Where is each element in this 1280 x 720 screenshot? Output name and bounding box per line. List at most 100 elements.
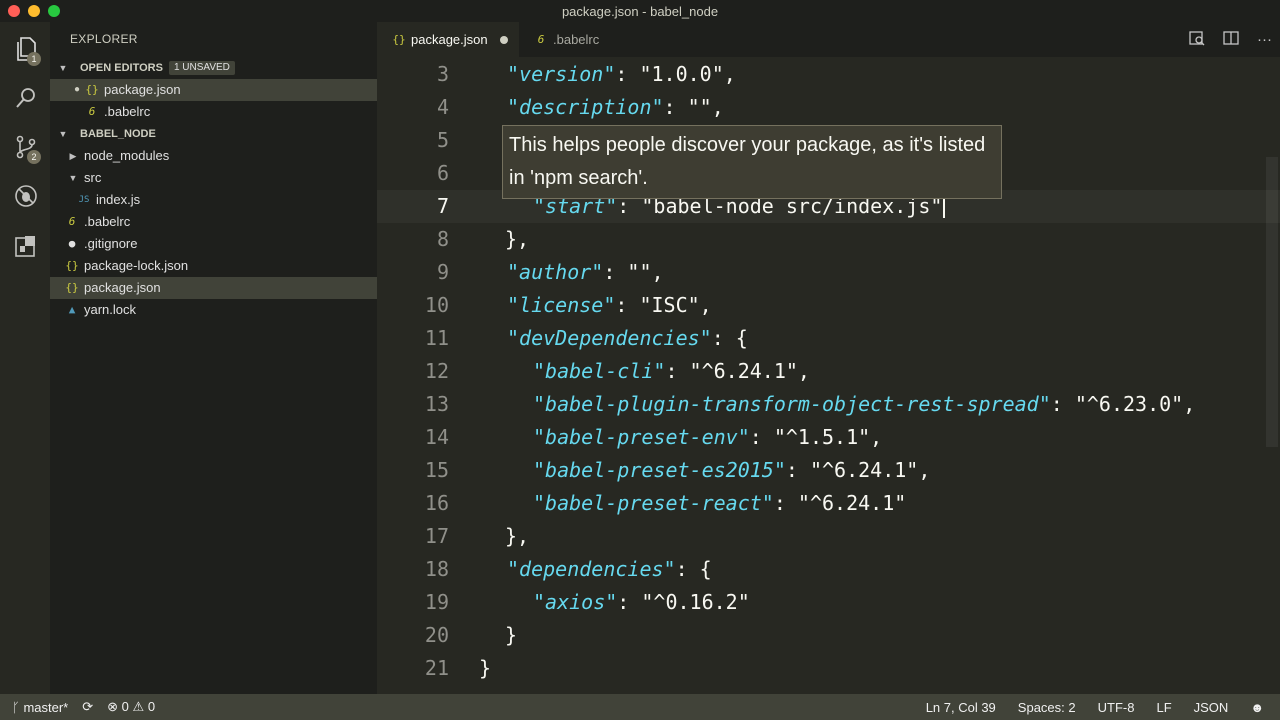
json-icon: {}: [392, 33, 406, 46]
code-text: "babel-plugin-transform-object-rest-spre…: [533, 388, 1195, 421]
line-number: 18: [424, 557, 449, 581]
warning-count: 0: [147, 699, 156, 714]
branch-label: master*: [23, 699, 69, 715]
code-line: 10 "license": "ISC",: [377, 289, 1280, 322]
json-key: "description": [507, 95, 664, 119]
tab-package-json[interactable]: {} package.json: [377, 22, 519, 57]
extensions-icon[interactable]: [13, 234, 39, 260]
activity-bar: 1 2: [0, 22, 50, 694]
error-count: 0: [121, 699, 129, 714]
line-number: 21: [424, 656, 449, 680]
json-key: "version": [507, 62, 616, 86]
chevron-down-icon: ▼: [68, 173, 78, 183]
window-title: package.json - babel_node: [561, 3, 719, 19]
json-key: "babel-cli": [533, 359, 666, 383]
code-line: 14 "babel-preset-env": "^1.5.1",: [377, 421, 1280, 454]
code-line: 3 "version": "1.0.0",: [377, 58, 1280, 91]
tree-item-label: src: [84, 170, 102, 185]
open-preview-icon[interactable]: [1189, 30, 1205, 50]
json-value: : "^1.5.1",: [749, 425, 883, 449]
tree-item-package-lock-json[interactable]: {} package-lock.json: [50, 255, 377, 277]
line-ending[interactable]: LF: [1156, 700, 1171, 715]
editor-scrollbar[interactable]: [1266, 157, 1278, 447]
scm-badge: 2: [27, 150, 41, 164]
project-label: BABEL_NODE: [80, 128, 156, 140]
search-icon[interactable]: [13, 86, 39, 112]
more-actions-icon[interactable]: ···: [1257, 31, 1272, 48]
tree-item-gitignore[interactable]: ● .gitignore: [50, 233, 377, 255]
code-line: 19 "axios": "^0.16.2": [377, 586, 1280, 619]
code-text: }: [505, 623, 518, 647]
sync-icon[interactable]: ⟳: [82, 699, 93, 715]
explorer-sidebar: EXPLORER ▼ OPEN EDITORS 1 UNSAVED ● {} p…: [50, 22, 377, 694]
feedback-smiley-icon[interactable]: ☻: [1250, 700, 1264, 715]
indentation[interactable]: Spaces: 2: [1018, 700, 1076, 715]
json-value: : "^6.24.1",: [665, 359, 810, 383]
json-value: : "ISC",: [615, 293, 712, 317]
source-control-icon[interactable]: 2: [13, 134, 41, 164]
tree-item-label: index.js: [96, 192, 141, 207]
problems-indicator[interactable]: ⊗ 0 ⚠ 0: [107, 699, 155, 715]
line-number: 5: [436, 128, 449, 152]
unsaved-badge: 1 UNSAVED: [168, 61, 235, 75]
line-number: 9: [436, 260, 449, 284]
hover-tooltip: This helps people discover your package,…: [502, 125, 1002, 199]
cursor-position[interactable]: Ln 7, Col 39: [926, 700, 996, 715]
code-text: "axios": "^0.16.2": [533, 586, 750, 619]
tree-item-label: package.json: [84, 280, 161, 295]
code-line: 16 "babel-preset-react": "^6.24.1": [377, 487, 1280, 520]
open-editor-label: .babelrc: [104, 104, 151, 119]
tree-item-babelrc[interactable]: 6 .babelrc: [50, 211, 377, 233]
tree-item-src[interactable]: ▼ src: [50, 167, 377, 189]
explorer-icon[interactable]: 1: [13, 36, 41, 66]
code-line: 15 "babel-preset-es2015": "^6.24.1",: [377, 454, 1280, 487]
code-text: "babel-preset-react": "^6.24.1": [533, 487, 906, 520]
minimize-window-button[interactable]: [28, 5, 40, 17]
line-number: 3: [436, 62, 449, 86]
json-key: "babel-preset-env": [533, 425, 750, 449]
json-value: : "",: [603, 260, 664, 284]
line-number: 19: [424, 590, 449, 614]
open-editors-header[interactable]: ▼ OPEN EDITORS 1 UNSAVED: [50, 57, 377, 79]
json-value: : {: [711, 326, 748, 350]
line-number: 6: [436, 161, 449, 185]
line-number: 10: [424, 293, 449, 317]
code-line: 8 },: [377, 223, 1280, 256]
babel-icon: 6: [68, 215, 76, 228]
json-value: : "^0.16.2": [617, 590, 750, 614]
code-line: 17 },: [377, 520, 1280, 553]
chevron-right-icon: ▶: [69, 151, 77, 161]
line-number: 7: [436, 194, 449, 218]
open-editor-item-package-json[interactable]: ● {} package.json: [50, 79, 377, 101]
git-branch[interactable]: ᚴ master*: [12, 700, 68, 715]
unsaved-dot-icon[interactable]: [499, 35, 508, 44]
tree-item-label: node_modules: [84, 148, 170, 163]
json-key: "author": [507, 260, 604, 284]
debug-icon[interactable]: [13, 184, 39, 210]
tree-item-package-json[interactable]: {} package.json: [50, 277, 377, 299]
close-window-button[interactable]: [8, 5, 20, 17]
tab-babelrc[interactable]: 6 .babelrc: [519, 22, 629, 57]
code-line: 12 "babel-cli": "^6.24.1",: [377, 355, 1280, 388]
yarn-icon: ▲: [68, 303, 76, 316]
encoding[interactable]: UTF-8: [1098, 700, 1135, 715]
open-editor-item-babelrc[interactable]: 6 .babelrc: [50, 101, 377, 123]
chevron-down-icon: ▼: [58, 63, 68, 73]
code-text: },: [505, 227, 530, 251]
code-line: 20 }: [377, 619, 1280, 652]
window-controls: [8, 5, 60, 17]
editor-actions: ···: [1189, 22, 1272, 57]
maximize-window-button[interactable]: [48, 5, 60, 17]
tree-item-node-modules[interactable]: ▶ node_modules: [50, 145, 377, 167]
language-mode[interactable]: JSON: [1194, 700, 1229, 715]
json-value: : {: [675, 557, 712, 581]
code-line: 11 "devDependencies": {: [377, 322, 1280, 355]
split-editor-icon[interactable]: [1223, 30, 1239, 50]
tree-item-yarn-lock[interactable]: ▲ yarn.lock: [50, 299, 377, 321]
tree-item-index-js[interactable]: JS index.js: [50, 189, 377, 211]
code-line: 9 "author": "",: [377, 256, 1280, 289]
code-text: "version": "1.0.0",: [507, 58, 736, 91]
project-header[interactable]: ▼ BABEL_NODE: [50, 123, 377, 145]
chevron-down-icon: ▼: [58, 129, 68, 139]
unsaved-dot-icon[interactable]: ●: [70, 79, 84, 101]
